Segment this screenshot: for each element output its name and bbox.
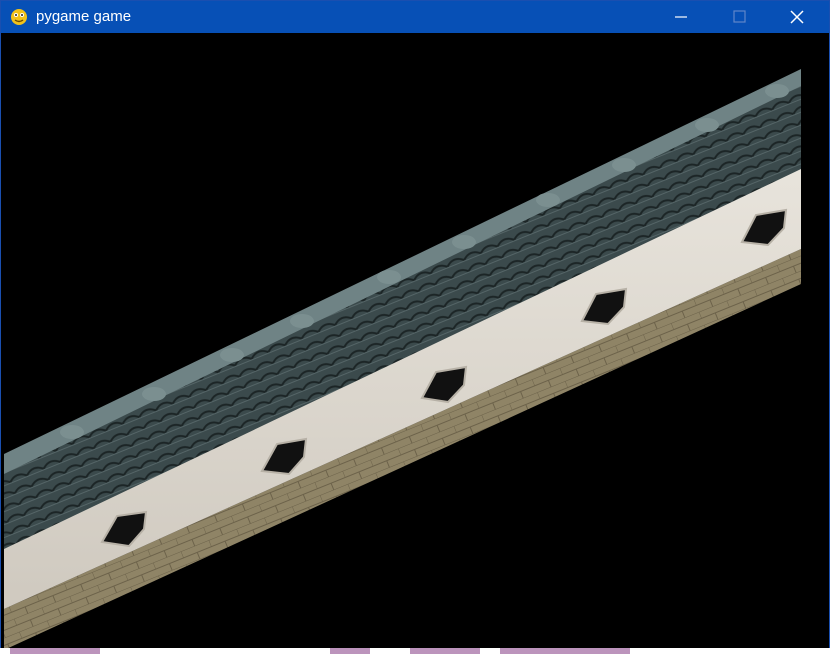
close-icon [790,10,804,24]
window-title: pygame game [36,8,132,25]
title-bar[interactable]: pygame game [1,1,829,33]
game-window: pygame game [0,0,830,652]
taskbar-fragment [0,648,830,654]
game-canvas[interactable] [4,34,828,650]
minimize-icon [675,16,687,18]
maximize-button[interactable] [711,1,769,33]
pygame-snake-icon [11,9,27,25]
maximize-icon [733,10,746,23]
minimize-button[interactable] [653,1,711,33]
wall-sprite [4,69,801,650]
close-button[interactable] [769,1,827,33]
